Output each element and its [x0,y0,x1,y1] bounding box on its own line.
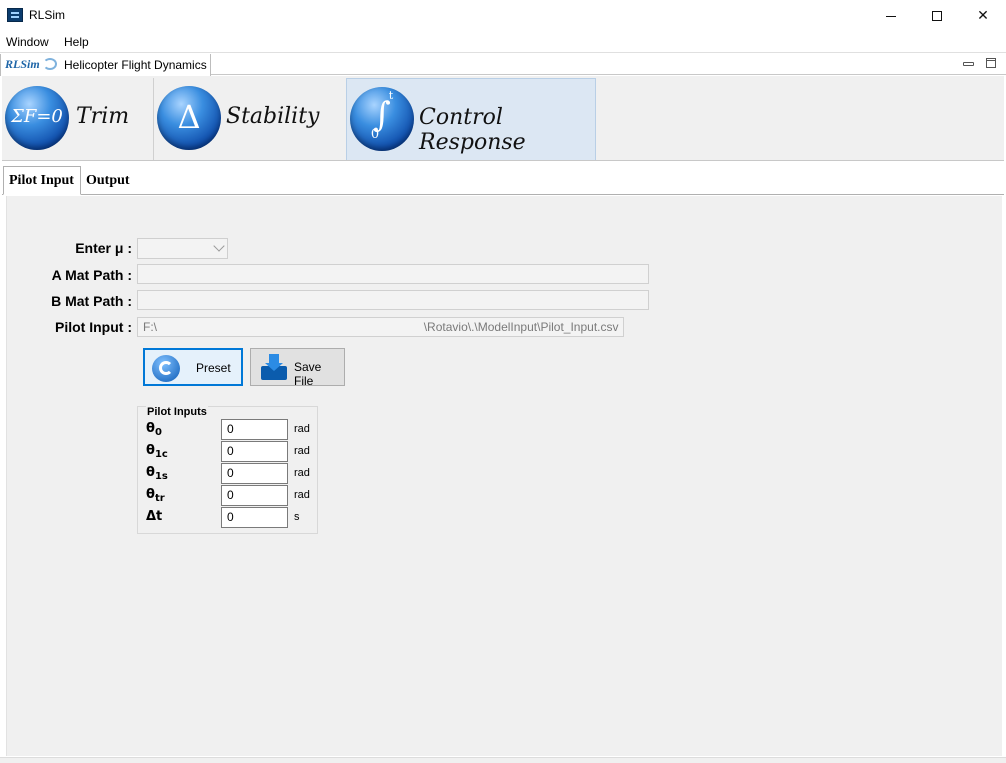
theta0-unit: rad [294,423,310,435]
tab-stability[interactable]: Δ Stability [154,78,347,160]
delta-t-input[interactable]: 0 [221,507,288,528]
pilot-input-row-theta1c: θ1c 0 rad [138,441,318,463]
pilot-input-row-delta-t: Δt 0 s [138,507,318,529]
pilot-input-label: Pilot Input : [55,319,132,335]
tab-pilot-input[interactable]: Pilot Input [3,166,81,195]
a-mat-label: A Mat Path : [51,267,132,283]
delta-icon: Δ [157,86,221,150]
b-mat-path-field[interactable] [137,290,649,310]
integral-icon: ∫ 0 t [350,87,414,151]
view-tab-label: Helicopter Flight Dynamics [64,58,207,72]
pilot-inputs-group: Pilot Inputs θ0 0 rad θ1c 0 rad θ1s 0 ra… [137,406,318,534]
theta1s-label: θ1s [146,465,168,482]
theta1s-input[interactable]: 0 [221,463,288,484]
pilot-input-panel: Enter μ : A Mat Path : B Mat Path : Pilo… [6,196,1002,756]
sum-forces-icon: ΣF=0 [5,86,69,150]
theta1c-label: θ1c [146,443,168,460]
rlsim-logo: RLSim [5,57,40,71]
menu-help[interactable]: Help [64,35,89,49]
pilot-inputs-title: Pilot Inputs [146,406,208,418]
refresh-icon [152,355,180,382]
title-bar[interactable]: RLSim ✕ [0,0,1006,32]
thetatr-unit: rad [294,489,310,501]
maximize-icon [932,11,942,21]
theta0-input[interactable]: 0 [221,419,288,440]
tab-output[interactable]: Output [80,166,135,195]
thetatr-input[interactable]: 0 [221,485,288,506]
close-button[interactable]: ✕ [960,0,1006,32]
mode-tab-bar: ΣF=0 Trim Δ Stability ∫ 0 t Control Resp… [2,76,1004,161]
chevron-down-icon [213,240,225,252]
pilot-input-path-field[interactable]: F:\ \Rotavio\.\ModelInput\Pilot_Input.cs… [137,317,624,337]
app-icon [7,8,23,22]
sub-tab-bar: Pilot Input Output [2,162,1004,195]
preset-button-label: Preset [196,361,231,375]
tab-control-response[interactable]: ∫ 0 t Control Response [346,78,596,160]
a-mat-path-field[interactable] [137,264,649,284]
view-tab-strip: RLSim Helicopter Flight Dynamics [0,52,1006,76]
thetatr-label: θtr [146,487,165,504]
mu-select[interactable] [137,238,228,259]
view-tab-helicopter-flight-dynamics[interactable]: RLSim Helicopter Flight Dynamics [0,54,211,76]
theta1c-unit: rad [294,445,310,457]
view-maximize-icon[interactable] [986,58,996,68]
view-minimize-icon[interactable] [963,58,974,68]
delta-t-unit: s [294,511,300,523]
tab-stability-label: Stability [226,104,320,129]
minimize-icon [886,15,896,17]
theta1s-unit: rad [294,467,310,479]
app-window: RLSim ✕ Window Help RLSim Helicopter Fli… [0,0,1006,763]
pilot-input-row-thetatr: θtr 0 rad [138,485,318,507]
window-title: RLSim [29,8,66,22]
minimize-button[interactable] [868,0,914,32]
close-icon: ✕ [977,8,989,24]
menu-window[interactable]: Window [6,35,49,49]
mu-label: Enter μ : [75,240,132,256]
menu-bar: Window Help [0,32,1006,52]
theta1c-input[interactable]: 0 [221,441,288,462]
pilot-input-row-theta0: θ0 0 rad [138,419,318,441]
download-icon [259,354,289,382]
save-file-button[interactable]: Save File [250,348,345,388]
b-mat-label: B Mat Path : [51,293,132,309]
preset-button[interactable]: Preset [143,348,243,386]
maximize-button[interactable] [914,0,960,32]
rlsim-logo-icon [43,58,57,70]
tab-trim-label: Trim [76,104,130,129]
save-file-button-label: Save File [294,360,322,388]
tab-trim[interactable]: ΣF=0 Trim [2,78,154,160]
theta0-label: θ0 [146,421,162,438]
delta-t-label: Δt [146,509,163,524]
tab-control-response-label: Control Response [419,105,526,155]
window-bottom-edge [0,757,1006,763]
pilot-input-row-theta1s: θ1s 0 rad [138,463,318,485]
